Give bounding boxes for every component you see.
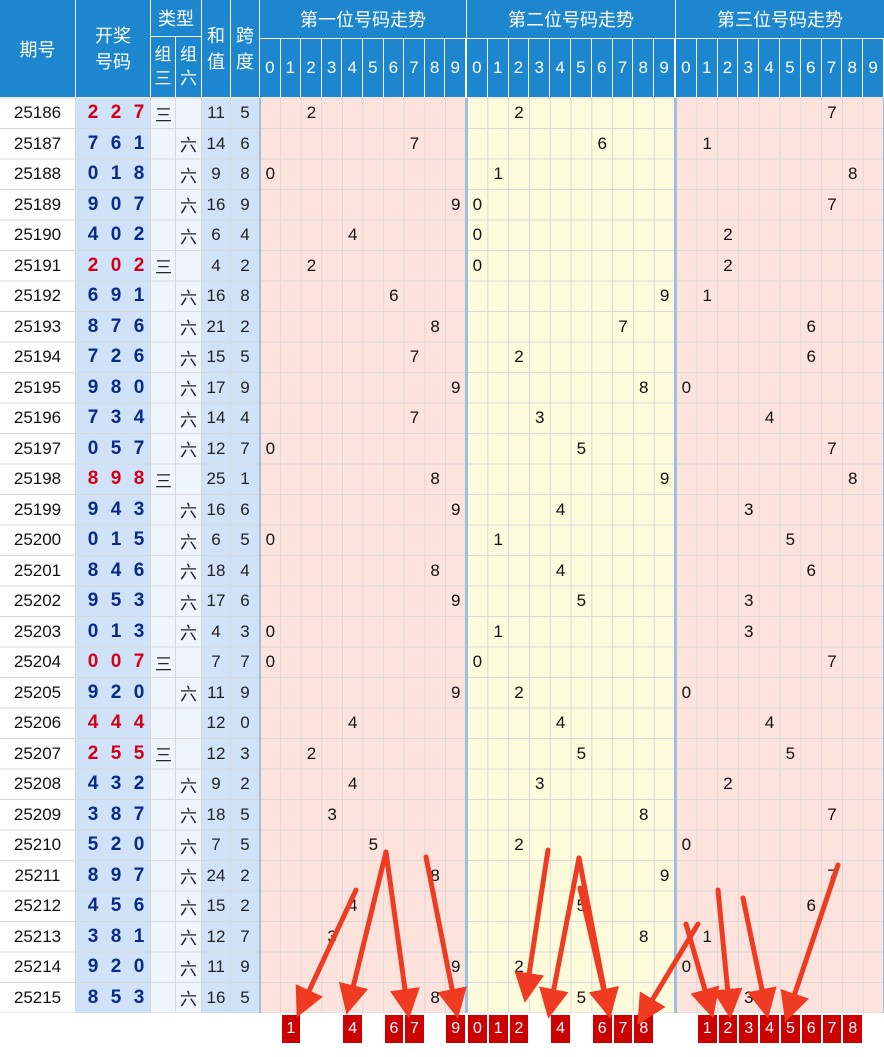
arrow [338,849,389,1015]
arrow [683,921,720,1019]
arrow [740,895,777,1019]
arrow [514,847,551,1003]
annotation-arrows [295,847,841,1025]
arrow [577,885,619,1019]
arrow [780,862,841,1023]
arrow [423,854,467,1019]
arrow [539,855,582,1019]
trend-chart: 期号 开奖 号码 类型 组 三 组 六 和 值 跨 度 第一位号码走势 第二位号… [0,0,884,1057]
arrow [383,849,420,1019]
arrow [295,887,359,1018]
arrow [712,887,743,1019]
